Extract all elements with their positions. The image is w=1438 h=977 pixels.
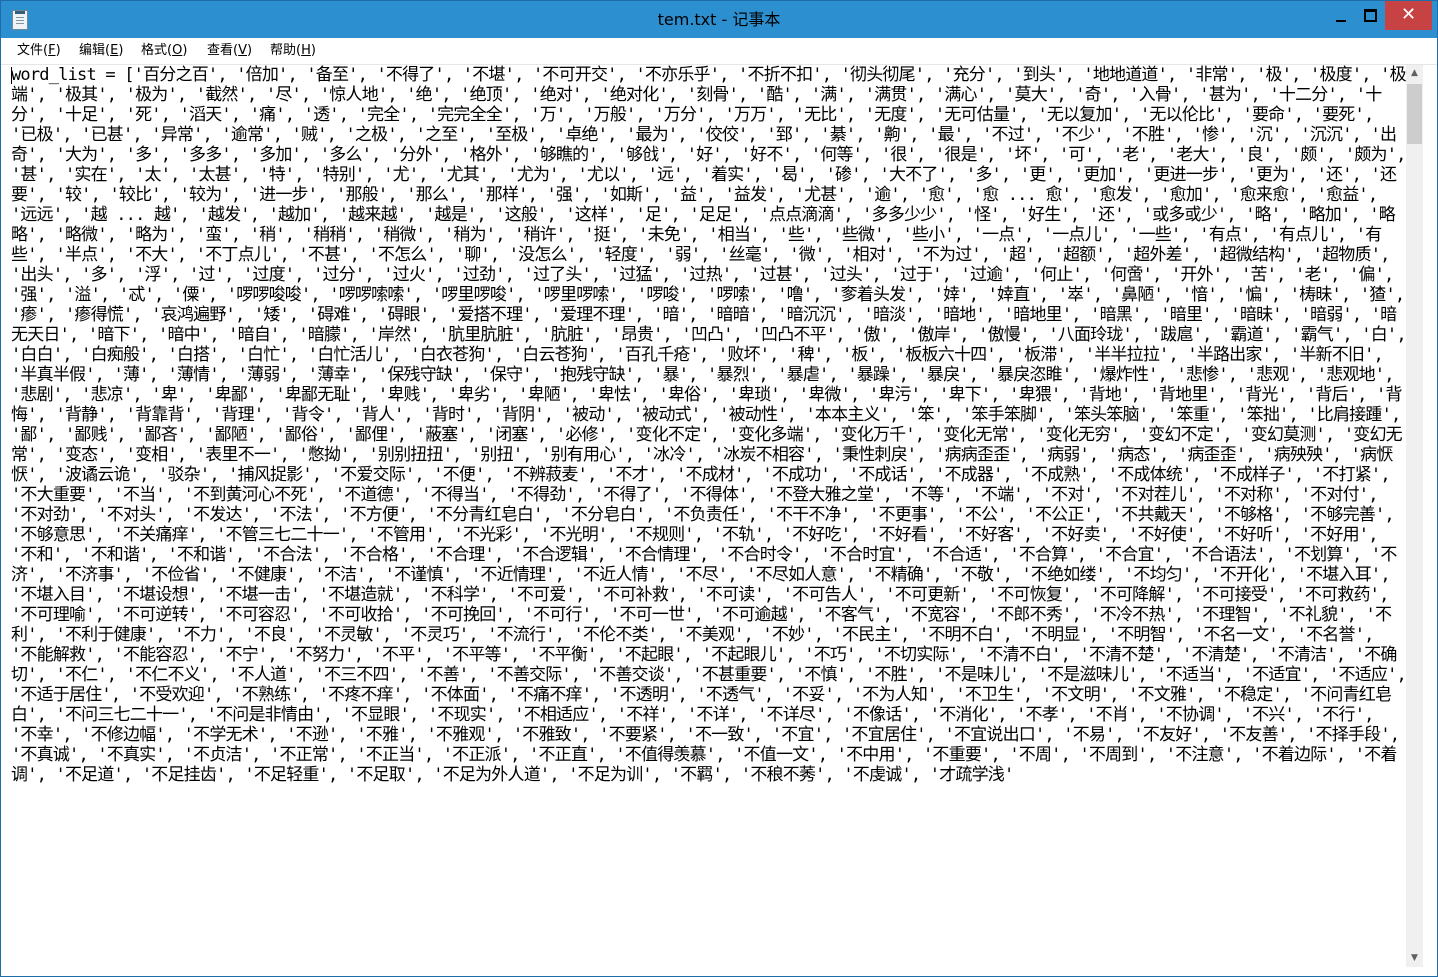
bottom-margin (11, 949, 1406, 967)
maximize-button[interactable] (1355, 1, 1385, 30)
menu-view[interactable]: 查看(V) (199, 38, 260, 64)
menu-edit-accel: E (110, 43, 119, 58)
menu-view-label: 查看 (207, 43, 234, 58)
minimize-icon (1336, 20, 1346, 22)
menu-help[interactable]: 帮助(H) (262, 38, 324, 64)
menu-format-accel: O (172, 43, 183, 58)
menu-edit[interactable]: 编辑(E) (71, 38, 131, 64)
menu-format[interactable]: 格式(O) (133, 38, 195, 64)
menu-file-label: 文件 (17, 43, 44, 58)
text-editor-area[interactable]: word_list = ['百分之百', '倍加', '备至', '不得了', … (11, 65, 1406, 949)
menu-view-accel: V (238, 43, 247, 58)
menu-file[interactable]: 文件(F) (9, 38, 69, 64)
title-bar[interactable]: tem.txt - 记事本 ✕ (1, 1, 1437, 38)
close-icon: ✕ (1400, 4, 1417, 25)
menu-edit-label: 编辑 (79, 43, 106, 58)
scroll-down-arrow-icon[interactable]: ▼ (1406, 950, 1423, 967)
notepad-window: tem.txt - 记事本 ✕ 文件(F) 编辑(E) 格式(O) 查看(V) … (0, 0, 1438, 977)
minimize-button[interactable] (1327, 1, 1355, 30)
text-caret (11, 67, 12, 84)
window-title: tem.txt - 记事本 (657, 10, 781, 29)
close-button[interactable]: ✕ (1385, 1, 1432, 30)
scroll-thumb[interactable] (1407, 84, 1422, 144)
menu-help-label: 帮助 (270, 43, 297, 58)
maximize-icon (1363, 9, 1377, 22)
vertical-scrollbar[interactable]: ▲ ▼ (1406, 65, 1423, 967)
document-text[interactable]: word_list = ['百分之百', '倍加', '备至', '不得了', … (11, 65, 1406, 785)
menu-format-label: 格式 (141, 43, 168, 58)
menu-help-accel: H (301, 43, 311, 58)
scroll-up-arrow-icon[interactable]: ▲ (1406, 65, 1423, 82)
menu-bar: 文件(F) 编辑(E) 格式(O) 查看(V) 帮助(H) (1, 38, 1437, 65)
menu-file-accel: F (48, 43, 56, 58)
